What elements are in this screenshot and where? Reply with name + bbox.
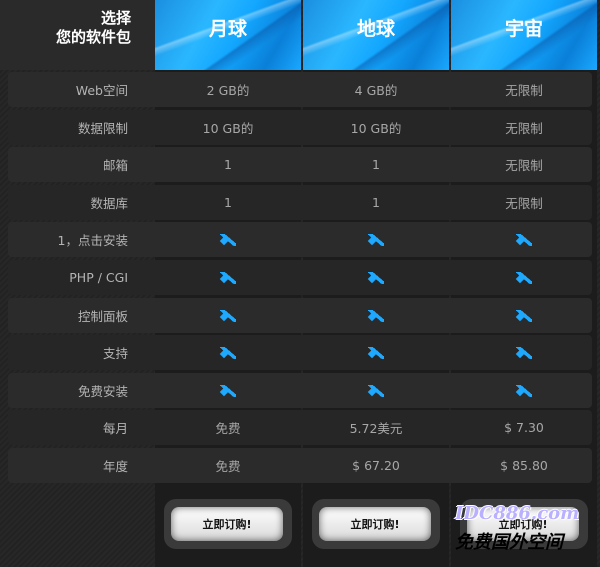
table-cell <box>451 335 597 370</box>
row-label: 年度 <box>102 459 128 474</box>
table-cell: 免费 <box>215 459 241 474</box>
watermark-line1: IDC886.com <box>455 503 580 524</box>
check-icon <box>220 233 236 246</box>
check-icon <box>516 346 532 359</box>
table-cell <box>155 298 301 333</box>
header-title: 选择 您的软件包 <box>0 9 131 47</box>
table-cell: 免费 <box>215 421 241 436</box>
table-cell: 4 GB的 <box>354 83 398 98</box>
table-cell <box>155 335 301 370</box>
table-cell: 10 GB的 <box>350 121 402 136</box>
table-cell: 无限制 <box>505 158 543 173</box>
plan-header-3: 宇宙 <box>451 0 597 70</box>
table-cell <box>155 222 301 257</box>
check-icon <box>516 271 532 284</box>
header-left: 选择 您的软件包 <box>0 0 155 70</box>
table-cell: $ 67.20 <box>352 458 400 473</box>
row-label: PHP / CGI <box>69 270 128 285</box>
check-icon <box>368 233 384 246</box>
table-cell <box>451 373 597 408</box>
table-cell: 2 GB的 <box>206 83 250 98</box>
table-cell <box>451 222 597 257</box>
table-cell: 1 <box>224 195 232 210</box>
check-icon <box>220 309 236 322</box>
check-icon <box>368 271 384 284</box>
table-cell: $ 85.80 <box>500 458 548 473</box>
row-label: 邮箱 <box>102 158 128 173</box>
table-cell: 无限制 <box>505 121 543 136</box>
watermark-line2: 免费国外空间 <box>455 532 563 553</box>
plan-header-1: 月球 <box>155 0 301 70</box>
table-cell <box>155 260 301 295</box>
check-icon <box>220 271 236 284</box>
check-icon <box>220 346 236 359</box>
table-cell <box>303 335 449 370</box>
row-label: 1，点击安装 <box>57 233 128 248</box>
check-icon <box>516 233 532 246</box>
check-icon <box>368 384 384 397</box>
table-cell: $ 7.30 <box>504 420 544 435</box>
check-icon <box>220 384 236 397</box>
row-label: 支持 <box>102 346 128 361</box>
header-title-line2: 您的软件包 <box>55 28 131 46</box>
table-cell <box>303 222 449 257</box>
table-cell: 1 <box>224 157 232 172</box>
header-title-line1: 选择 <box>100 9 131 27</box>
plan-name-3: 宇宙 <box>504 18 543 40</box>
row-label: 每月 <box>102 421 128 436</box>
table-cell: 1 <box>372 195 380 210</box>
table-cell: 10 GB的 <box>202 121 254 136</box>
row-label: 数据库 <box>90 196 128 211</box>
table-cell <box>155 373 301 408</box>
check-icon <box>516 309 532 322</box>
check-icon <box>368 346 384 359</box>
row-label: 免费安装 <box>77 384 128 399</box>
plan-name-1: 月球 <box>208 18 247 40</box>
table-cell: 1 <box>372 157 380 172</box>
check-icon <box>516 384 532 397</box>
row-label: 控制面板 <box>77 309 128 324</box>
table-cell: 5.72美元 <box>349 421 403 436</box>
row-label: 数据限制 <box>77 121 128 136</box>
table-cell <box>451 260 597 295</box>
table-cell <box>303 298 449 333</box>
table-cell <box>451 298 597 333</box>
plan-name-2: 地球 <box>356 18 395 40</box>
table-cell <box>303 373 449 408</box>
plan-header-2: 地球 <box>303 0 449 70</box>
check-icon <box>368 309 384 322</box>
table-cell: 无限制 <box>505 196 543 211</box>
order-button-2[interactable]: 立即订购! <box>319 507 431 541</box>
table-cell <box>303 260 449 295</box>
order-button-1[interactable]: 立即订购! <box>171 507 283 541</box>
row-label: Web空间 <box>75 83 128 98</box>
table-cell: 无限制 <box>505 83 543 98</box>
